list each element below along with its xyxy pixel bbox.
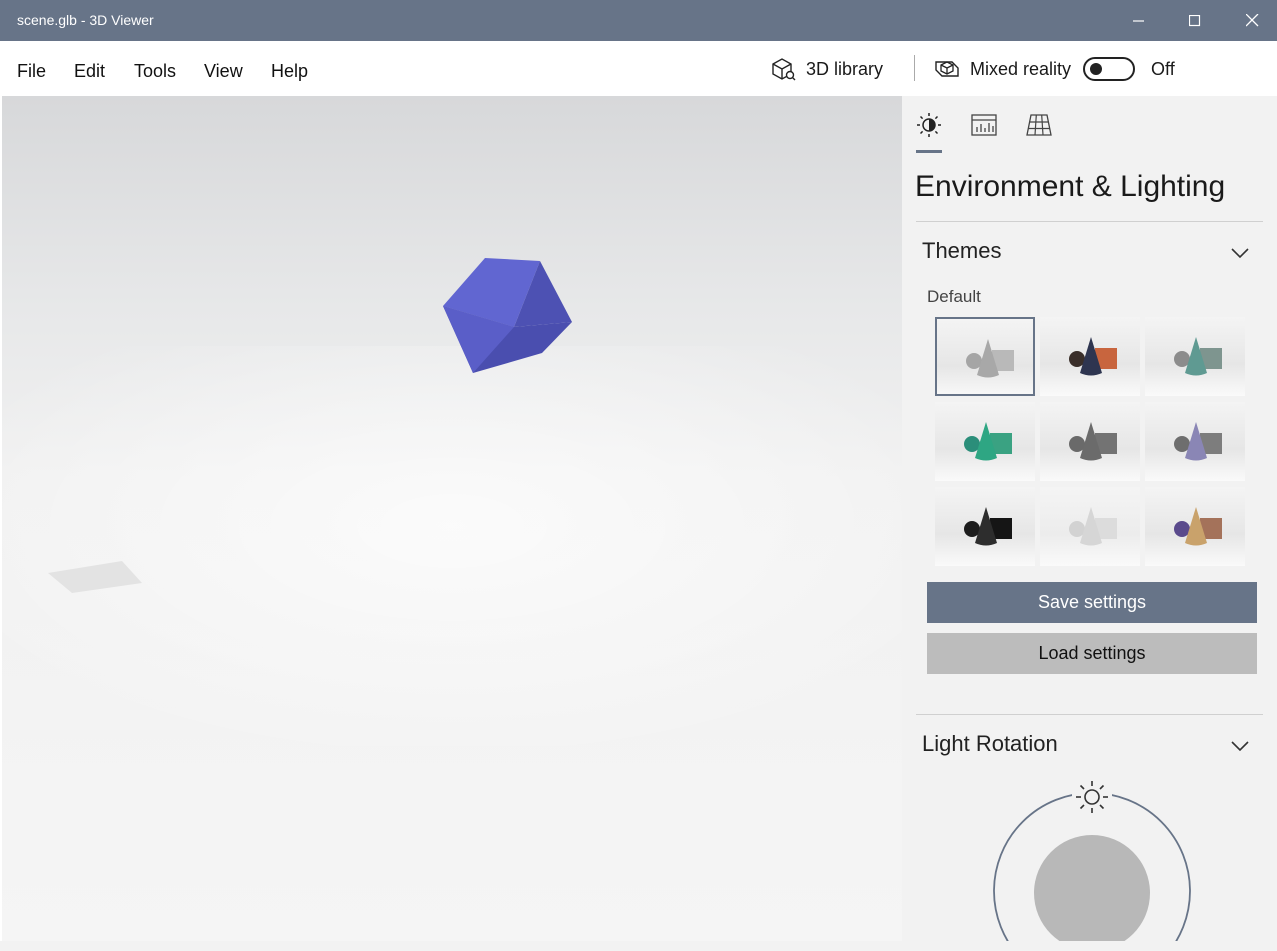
menu-file[interactable]: File [17, 61, 46, 82]
light-sphere-preview [1034, 835, 1150, 941]
window-title: scene.glb - 3D Viewer [17, 12, 154, 28]
3d-library-icon [772, 58, 796, 81]
theme-thumbnail[interactable] [1145, 487, 1245, 566]
menu-edit[interactable]: Edit [74, 61, 105, 82]
theme-thumbnail[interactable] [1040, 402, 1140, 481]
light-rotation-header[interactable]: Light Rotation [922, 731, 1058, 757]
toolbar-divider [914, 55, 915, 81]
status-strip [0, 941, 1277, 951]
load-settings-button[interactable]: Load settings [927, 633, 1257, 674]
3d-library-button[interactable]: 3D library [770, 55, 883, 83]
divider [916, 221, 1263, 222]
theme-default-label: Default [927, 287, 981, 306]
3d-viewport[interactable] [2, 96, 902, 941]
maximize-button[interactable] [1172, 0, 1218, 41]
maximize-icon [1189, 14, 1201, 26]
theme-thumbnail[interactable] [1040, 487, 1140, 566]
menu-tools[interactable]: Tools [134, 61, 176, 82]
sun-moon-icon [917, 113, 941, 137]
title-bar: scene.glb - 3D Viewer [0, 0, 1277, 41]
panel-title: Environment & Lighting [915, 170, 1226, 203]
grid-icon [1026, 114, 1052, 136]
tab-grid-views[interactable] [1024, 110, 1054, 140]
mixed-reality-state: Off [1151, 58, 1175, 79]
tab-statistics[interactable] [969, 110, 999, 140]
divider [916, 714, 1263, 715]
mixed-reality-toggle[interactable] [1083, 57, 1136, 81]
floor-glow [2, 346, 902, 746]
mixed-reality-icon [935, 61, 959, 77]
close-button[interactable] [1229, 0, 1275, 41]
toggle-knob [1090, 63, 1103, 75]
active-tab-indicator [916, 150, 942, 153]
theme-grid [935, 317, 1246, 567]
chevron-down-icon[interactable] [1230, 246, 1250, 260]
theme-thumbnail[interactable] [1145, 402, 1245, 481]
themes-header[interactable]: Themes [922, 238, 1001, 264]
scene-canvas[interactable] [2, 96, 902, 941]
tab-environment-lighting[interactable] [914, 110, 944, 140]
theme-thumbnail[interactable] [1040, 317, 1140, 396]
mixed-reality-control: Mixed reality Off [934, 55, 1175, 83]
stats-chart-icon [971, 114, 997, 136]
menu-help[interactable]: Help [271, 61, 308, 82]
menu-view[interactable]: View [204, 61, 243, 82]
theme-thumbnail[interactable] [935, 317, 1035, 396]
theme-thumbnail[interactable] [935, 487, 1035, 566]
save-settings-button[interactable]: Save settings [927, 582, 1257, 623]
light-rotation-control[interactable] [972, 771, 1212, 941]
minimize-icon [1133, 19, 1144, 22]
theme-thumbnail[interactable] [1145, 317, 1245, 396]
chevron-down-icon[interactable] [1230, 739, 1250, 753]
3d-library-label: 3D library [806, 58, 884, 79]
theme-thumbnail[interactable] [935, 402, 1035, 481]
side-panel: Environment & Lighting Themes Default Sa… [902, 96, 1277, 941]
minimize-button[interactable] [1116, 0, 1162, 41]
menu-bar: File Edit Tools View Help 3D library Mix… [2, 41, 1277, 96]
mixed-reality-label: Mixed reality [970, 58, 1072, 79]
close-icon [1245, 14, 1258, 27]
